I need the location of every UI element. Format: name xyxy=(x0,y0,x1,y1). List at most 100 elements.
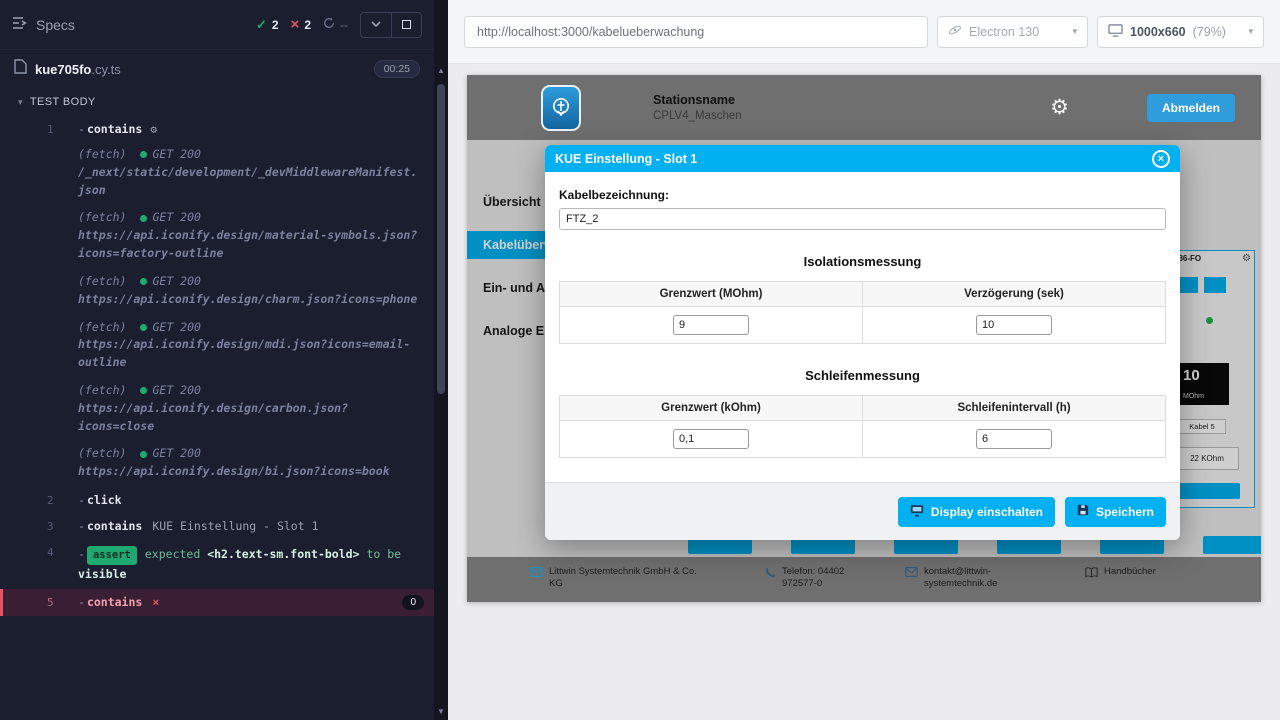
modal-footer: Display einschalten Speichern xyxy=(545,482,1180,540)
chevron-down-icon: ▾ xyxy=(18,97,23,108)
footer-phone: Telefon: 04402 972577-0 xyxy=(765,566,875,591)
kue-settings-modal: KUE Einstellung - Slot 1 × Kabelbezeichn… xyxy=(545,145,1180,540)
app-header: Stationsname CPLV4_Maschen ⚙ Abmelden xyxy=(467,75,1261,140)
table-header-row: Grenzwert (kOhm) Schleifenintervall (h) xyxy=(560,396,1165,421)
browser-select[interactable]: Electron 130 ▾ xyxy=(937,16,1088,48)
book-icon xyxy=(1085,566,1098,582)
status-ok-dot xyxy=(140,324,147,331)
runner-buttons xyxy=(360,12,422,38)
specs-label: Specs xyxy=(36,17,75,33)
status-ok-dot xyxy=(140,451,147,458)
fetch-log-entry[interactable]: (fetch)GET 200 /_next/static/development… xyxy=(0,142,434,205)
modal-title: KUE Einstellung - Slot 1 xyxy=(555,152,697,166)
command-row-contains-1[interactable]: 1 -contains⚙ xyxy=(0,116,434,142)
check-icon: ✓ xyxy=(256,17,267,33)
loop-table: Grenzwert (kOhm) Schleifenintervall (h) xyxy=(559,395,1166,458)
footer-company: Littwin Systemtechnik GmbH & Co. KG xyxy=(530,566,700,591)
logout-button[interactable]: Abmelden xyxy=(1147,94,1235,122)
electron-icon xyxy=(948,23,962,40)
grenzwert-kohm-input[interactable] xyxy=(673,429,749,449)
column-header: Grenzwert (MOhm) xyxy=(560,282,862,307)
column-header: Schleifenintervall (h) xyxy=(862,396,1165,421)
runner-topbar: Specs ✓ 2 × 2 -- xyxy=(0,0,434,50)
spec-name: kue705fo.cy.ts xyxy=(35,62,121,77)
grenzwert-mohm-input[interactable] xyxy=(673,315,749,335)
spec-file-icon xyxy=(14,59,27,79)
aut-viewport: Stationsname CPLV4_Maschen ⚙ Abmelden Üb… xyxy=(448,64,1280,720)
isolation-section-title: Isolationsmessung xyxy=(559,254,1166,269)
command-row-assert[interactable]: 4 -assertexpected <h2.text-sm.font-bold>… xyxy=(0,539,434,589)
specs-button[interactable]: Specs xyxy=(12,16,75,33)
column-header: Verzögerung (sek) xyxy=(862,282,1165,307)
settings-gear-icon[interactable]: ⚙ xyxy=(1050,95,1069,120)
cypress-reporter: Specs ✓ 2 × 2 -- xyxy=(0,0,434,720)
table-header-row: Grenzwert (MOhm) Verzögerung (sek) xyxy=(560,282,1165,307)
monitor-icon xyxy=(910,504,924,520)
x-icon: × xyxy=(291,16,300,33)
test-body-toggle[interactable]: ▾ TEST BODY xyxy=(0,88,434,116)
retry-icon xyxy=(323,17,335,32)
reporter-scrollbar[interactable]: ▲ ▼ xyxy=(434,0,448,720)
command-row-contains-failed[interactable]: 5 -contains× 0 xyxy=(0,589,434,616)
modal-header: KUE Einstellung - Slot 1 × xyxy=(545,145,1180,172)
table-row xyxy=(560,421,1165,457)
isolation-table: Grenzwert (MOhm) Verzögerung (sek) xyxy=(559,281,1166,344)
specs-list-icon xyxy=(12,16,28,33)
url-input[interactable] xyxy=(464,16,928,48)
command-row-contains-2[interactable]: 3 -containsKUE Einstellung - Slot 1 xyxy=(0,513,434,539)
status-ok-dot xyxy=(140,387,147,394)
runner-controls: ✓ 2 × 2 -- xyxy=(256,12,422,38)
close-icon[interactable]: × xyxy=(1152,150,1170,168)
schleifenintervall-input[interactable] xyxy=(976,429,1052,449)
failed-count: × 2 xyxy=(291,16,311,33)
kabel-label: Kabelbezeichnung: xyxy=(559,188,1166,202)
collapse-button[interactable] xyxy=(361,13,391,37)
save-button[interactable]: Speichern xyxy=(1065,497,1166,527)
chevron-down-icon: ▾ xyxy=(1072,26,1077,37)
aut-topbar: Electron 130 ▾ 1000x660 (79%) ▾ xyxy=(448,0,1280,64)
fetch-log-entry[interactable]: (fetch)GET 200 https://api.iconify.desig… xyxy=(0,205,434,268)
fetch-log-entry[interactable]: (fetch)GET 200 https://api.iconify.desig… xyxy=(0,315,434,378)
scroll-up-arrow[interactable]: ▲ xyxy=(434,66,448,75)
verzoegerung-input[interactable] xyxy=(976,315,1052,335)
status-ok-dot xyxy=(140,151,147,158)
viewport-select[interactable]: 1000x660 (79%) ▾ xyxy=(1097,16,1264,48)
retries-count: -- xyxy=(323,17,348,32)
mail-icon xyxy=(530,566,543,591)
fetch-log-entry[interactable]: (fetch)GET 200 https://api.iconify.desig… xyxy=(0,441,434,487)
footer-manuals-link[interactable]: Handbücher xyxy=(1085,566,1156,582)
scroll-down-arrow[interactable]: ▼ xyxy=(434,707,448,716)
station-info: Stationsname CPLV4_Maschen xyxy=(653,93,742,122)
spec-header: kue705fo.cy.ts 00:25 xyxy=(0,50,434,88)
status-ok-dot xyxy=(140,278,147,285)
column-header: Grenzwert (kOhm) xyxy=(560,396,862,421)
kabelbezeichnung-input[interactable] xyxy=(559,208,1166,230)
gear-icon: ⚙ xyxy=(150,123,157,136)
floppy-icon xyxy=(1077,504,1089,519)
phone-icon xyxy=(765,566,776,591)
chevron-down-icon: ▾ xyxy=(1248,26,1253,37)
aut-panel: Electron 130 ▾ 1000x660 (79%) ▾ Stations… xyxy=(448,0,1280,720)
element-count-badge: 0 xyxy=(402,595,424,610)
display-on-button[interactable]: Display einschalten xyxy=(898,497,1055,527)
littwin-logo xyxy=(541,85,581,131)
stop-button[interactable] xyxy=(391,13,421,37)
status-ok-dot xyxy=(140,215,147,222)
fetch-log-entry[interactable]: (fetch)GET 200 https://api.iconify.desig… xyxy=(0,269,434,315)
app-under-test: Stationsname CPLV4_Maschen ⚙ Abmelden Üb… xyxy=(467,75,1261,602)
viewport-icon xyxy=(1108,24,1123,40)
command-row-click[interactable]: 2 -click xyxy=(0,487,434,513)
table-row xyxy=(560,307,1165,343)
assert-badge: assert xyxy=(87,546,137,565)
scrollbar-thumb[interactable] xyxy=(437,84,445,394)
app-footer: Littwin Systemtechnik GmbH & Co. KG Tele… xyxy=(467,557,1261,602)
fetch-log-entry[interactable]: (fetch)GET 200 https://api.iconify.desig… xyxy=(0,378,434,441)
spec-timer: 00:25 xyxy=(374,60,420,78)
passed-count: ✓ 2 xyxy=(256,17,279,33)
footer-email: kontakt@littwin-systemtechnik.de xyxy=(905,566,1015,591)
modal-body: Kabelbezeichnung: Isolationsmessung Gren… xyxy=(545,172,1180,458)
email-icon xyxy=(905,566,918,591)
chevron-down-icon xyxy=(371,21,381,28)
command-log: ▾ TEST BODY 1 -contains⚙ (fetch)GET 200 … xyxy=(0,88,434,616)
loop-section-title: Schleifenmessung xyxy=(559,368,1166,383)
